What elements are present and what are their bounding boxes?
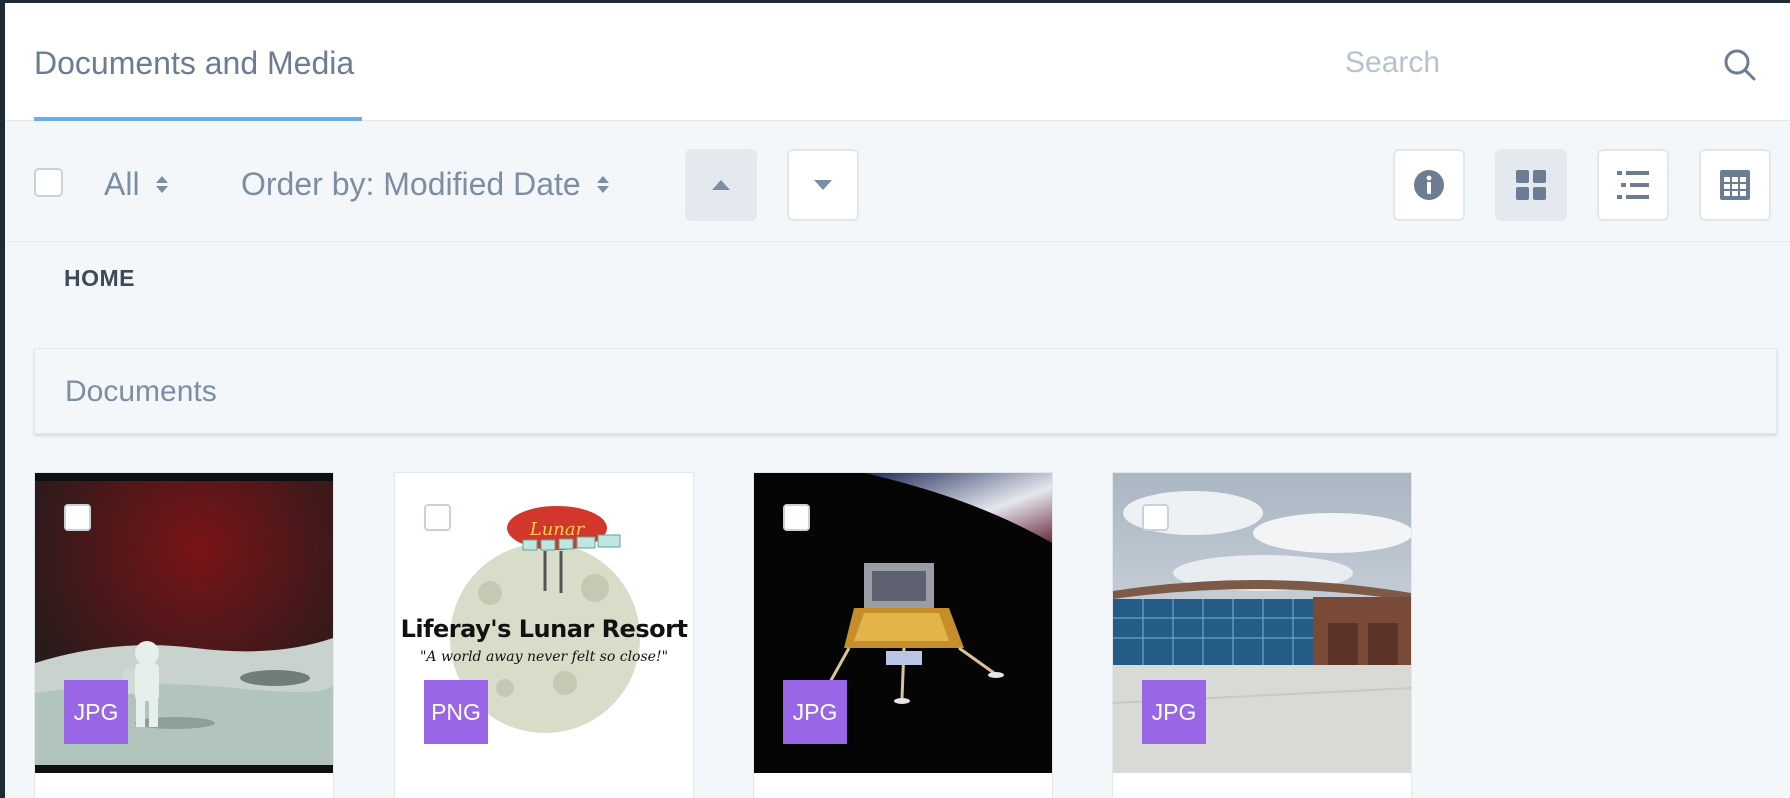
filter-dropdown[interactable]: All [104, 166, 168, 203]
caret-up-icon [712, 180, 730, 190]
file-type-badge: PNG [424, 680, 488, 744]
breadcrumb-home[interactable]: HOME [64, 265, 135, 292]
select-all-checkbox[interactable] [34, 168, 63, 197]
document-checkbox[interactable] [64, 504, 91, 531]
info-panel-button[interactable] [1393, 149, 1465, 221]
display-table-button[interactable] [1699, 149, 1771, 221]
documents-section-header: Documents [34, 348, 1777, 434]
document-card[interactable]: JPG [1112, 472, 1412, 798]
display-list-button[interactable] [1597, 149, 1669, 221]
document-checkbox[interactable] [424, 504, 451, 531]
document-checkbox[interactable] [1142, 504, 1169, 531]
document-card[interactable]: JPG [753, 472, 1053, 798]
file-type-badge: JPG [1142, 680, 1206, 744]
document-checkbox[interactable] [783, 504, 810, 531]
active-tab-indicator [34, 117, 362, 121]
list-view-icon [1617, 171, 1649, 199]
sort-ascending-button[interactable] [685, 149, 757, 221]
page-header: Documents and Media [5, 3, 1790, 121]
cards-view-icon [1516, 170, 1546, 200]
file-type-badge: JPG [783, 680, 847, 744]
file-type-badge: JPG [64, 680, 128, 744]
order-by-dropdown[interactable]: Order by: Modified Date [241, 166, 609, 203]
table-view-icon [1720, 170, 1750, 200]
search-input[interactable] [1345, 43, 1685, 83]
page-title-tab[interactable]: Documents and Media [34, 45, 354, 82]
filter-label: All [104, 166, 140, 202]
search-icon [1724, 49, 1756, 81]
sort-descending-button[interactable] [787, 149, 859, 221]
search-button[interactable] [1720, 45, 1760, 85]
section-title: Documents [65, 375, 217, 408]
order-by-label: Order by: Modified Date [241, 166, 581, 202]
document-card[interactable]: JPG [34, 472, 334, 798]
caret-double-icon [155, 176, 168, 193]
caret-double-icon [596, 176, 609, 193]
card-2-artwork-text: Liferay's Lunar Resort [400, 615, 688, 643]
caret-down-icon [814, 180, 832, 190]
document-card[interactable]: Lunar Liferay's Lunar Resort "A world aw… [394, 472, 694, 798]
card-2-artwork-tagline: "A world away never felt so close!" [419, 649, 669, 665]
display-cards-button[interactable] [1495, 149, 1567, 221]
management-toolbar: All Order by: Modified Date [5, 122, 1790, 242]
app-window: Documents and Media All Order by: Modifi… [5, 3, 1790, 798]
info-icon [1414, 170, 1444, 200]
